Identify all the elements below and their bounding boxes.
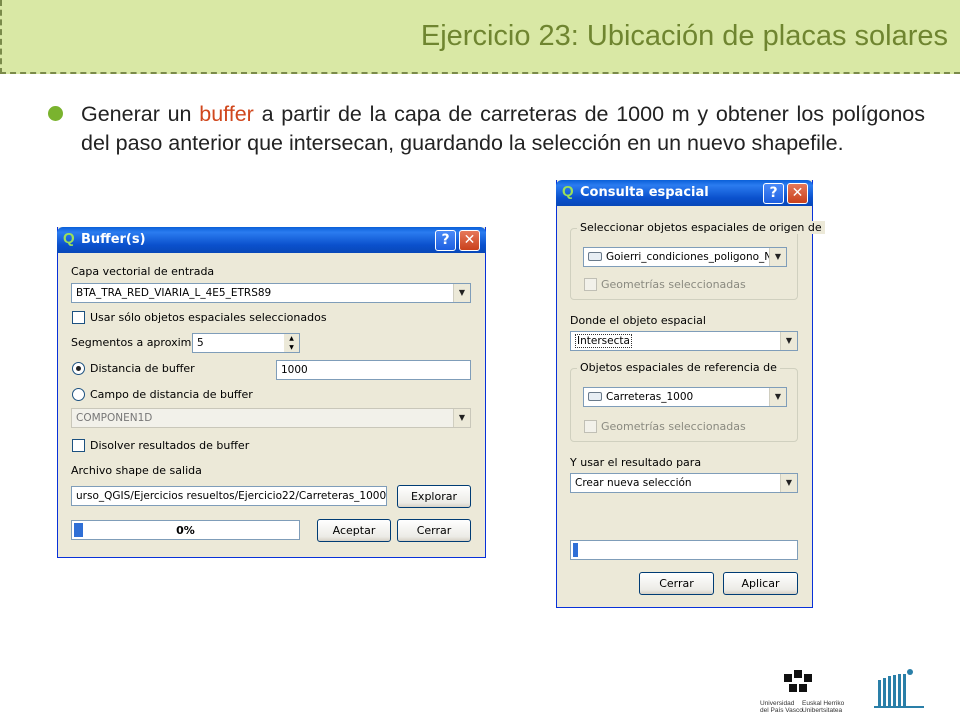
result-combo[interactable]: Crear nueva selección ▼ [570, 473, 798, 493]
distance-field-radio[interactable] [72, 388, 85, 401]
spatial-dialog-body: Seleccionar objetos espaciales de origen… [557, 206, 825, 607]
dissolve-checkbox[interactable] [72, 439, 85, 452]
where-combo[interactable]: Intersecta ▼ [570, 331, 798, 351]
chevron-down-icon[interactable]: ▼ [780, 332, 797, 350]
spatial-dialog-title: Consulta espacial [580, 185, 709, 200]
reference-selected-checkbox[interactable] [584, 420, 597, 433]
source-group-title: Seleccionar objetos espaciales de origen… [577, 221, 825, 234]
qgis-icon: Q [562, 183, 574, 200]
chevron-down-icon[interactable]: ▼ [780, 474, 797, 492]
upv-emblem-icon [784, 670, 812, 692]
close-button[interactable]: Cerrar [397, 519, 471, 542]
buffer-dialog: Q Buffer(s) ? ✕ Capa vectorial de entrad… [57, 227, 486, 558]
spatial-query-dialog: Q Consulta espacial ? ✕ Seleccionar obje… [556, 180, 825, 608]
upv-ehu-logo: Universidad del País Vasco Euskal Herrik… [750, 668, 850, 716]
upv-line2: del País Vasco [760, 707, 803, 714]
accept-button[interactable]: Aceptar [317, 519, 391, 542]
buffer-dialog-body: Capa vectorial de entrada BTA_TRA_RED_VI… [58, 253, 485, 557]
chevron-down-icon[interactable]: ▼ [453, 284, 470, 302]
dissolve-label: Disolver resultados de buffer [90, 439, 250, 452]
where-label: Donde el objeto espacial [570, 314, 706, 327]
browse-button[interactable]: Explorar [397, 485, 471, 508]
buffer-distance-input[interactable]: 1000 [276, 360, 471, 380]
buffer-progress-text: 0% [176, 524, 195, 537]
close-window-button[interactable]: ✕ [787, 183, 808, 204]
where-value: Intersecta [575, 334, 632, 348]
distance-field-label: Campo de distancia de buffer [90, 388, 253, 401]
spatial-progress-fill [573, 543, 578, 557]
slide-title: Ejercicio 23: Ubicación de placas solare… [420, 20, 948, 52]
reference-group-title: Objetos espaciales de referencia de [577, 361, 780, 374]
chevron-down-icon[interactable]: ▼ [769, 248, 786, 266]
segments-spinbox[interactable]: 5 ▲ ▼ [192, 333, 300, 353]
segments-value: 5 [197, 337, 204, 349]
ehu-line1: Euskal Herriko [802, 700, 845, 707]
buffer-dialog-title: Buffer(s) [81, 232, 146, 247]
upv-line1: Universidad [760, 700, 795, 707]
input-layer-combo[interactable]: BTA_TRA_RED_VIARIA_L_4E5_ETRS89 ▼ [71, 283, 471, 303]
output-file-input[interactable]: urso_QGIS/Ejercicios resueltos/Ejercicio… [71, 486, 387, 506]
buffer-distance-radio[interactable] [72, 362, 85, 375]
input-layer-label: Capa vectorial de entrada [71, 265, 215, 278]
buffer-dialog-titlebar[interactable]: Q Buffer(s) ? ✕ [57, 227, 486, 253]
chevron-down-icon[interactable]: ▼ [453, 409, 470, 427]
distance-field-value: COMPONEN1D [76, 412, 153, 424]
use-selected-label: Usar sólo objetos espaciales seleccionad… [90, 311, 327, 324]
reference-layer-combo[interactable]: Carreteras_1000 ▼ [583, 387, 787, 407]
school-emblem-icon [874, 669, 924, 708]
source-layer-combo[interactable]: Goierri_condiciones_poligono_Nat ▼ [583, 247, 787, 267]
school-logo [870, 666, 940, 716]
reference-layer-value: Carreteras_1000 [606, 391, 694, 403]
ehu-line2: Unibertsitatea [802, 707, 843, 714]
polygon-layer-icon [588, 252, 602, 261]
apply-button[interactable]: Aplicar [723, 572, 798, 595]
buffer-progress-bar: 0% [71, 520, 300, 540]
bullet-text: Generar un buffer a partir de la capa de… [81, 100, 925, 158]
close-button[interactable]: Cerrar [639, 572, 714, 595]
result-label: Y usar el resultado para [570, 456, 702, 469]
use-selected-checkbox[interactable] [72, 311, 85, 324]
source-selected-checkbox[interactable] [584, 278, 597, 291]
chevron-down-icon[interactable]: ▼ [769, 388, 786, 406]
bullet-dot [48, 106, 63, 121]
buffer-distance-label: Distancia de buffer [90, 362, 195, 375]
input-layer-value: BTA_TRA_RED_VIARIA_L_4E5_ETRS89 [76, 287, 272, 299]
spatial-progress-bar [570, 540, 798, 560]
help-button[interactable]: ? [435, 230, 456, 251]
result-value: Crear nueva selección [575, 477, 692, 489]
spatial-dialog-titlebar[interactable]: Q Consulta espacial ? ✕ [556, 180, 813, 206]
source-group: Seleccionar objetos espaciales de origen… [570, 221, 825, 300]
source-selected-label: Geometrías seleccionadas [601, 278, 746, 291]
header-band: Ejercicio 23: Ubicación de placas solare… [0, 0, 960, 74]
qgis-icon: Q [63, 230, 75, 247]
reference-selected-label: Geometrías seleccionadas [601, 420, 746, 433]
help-button[interactable]: ? [763, 183, 784, 204]
reference-group: Objetos espaciales de referencia de Carr… [570, 361, 798, 442]
close-window-button[interactable]: ✕ [459, 230, 480, 251]
polygon-layer-icon [588, 392, 602, 401]
bullet-text-before: Generar un [81, 102, 200, 126]
slide: Ejercicio 23: Ubicación de placas solare… [0, 0, 960, 720]
segments-label: Segmentos a aproximar [71, 336, 203, 349]
distance-field-combo[interactable]: COMPONEN1D ▼ [71, 408, 471, 428]
spin-arrows-icon[interactable]: ▲ ▼ [284, 334, 299, 352]
output-label: Archivo shape de salida [71, 464, 202, 477]
bullet-highlight: buffer [199, 102, 254, 126]
source-layer-value: Goierri_condiciones_poligono_Nat [606, 251, 783, 263]
